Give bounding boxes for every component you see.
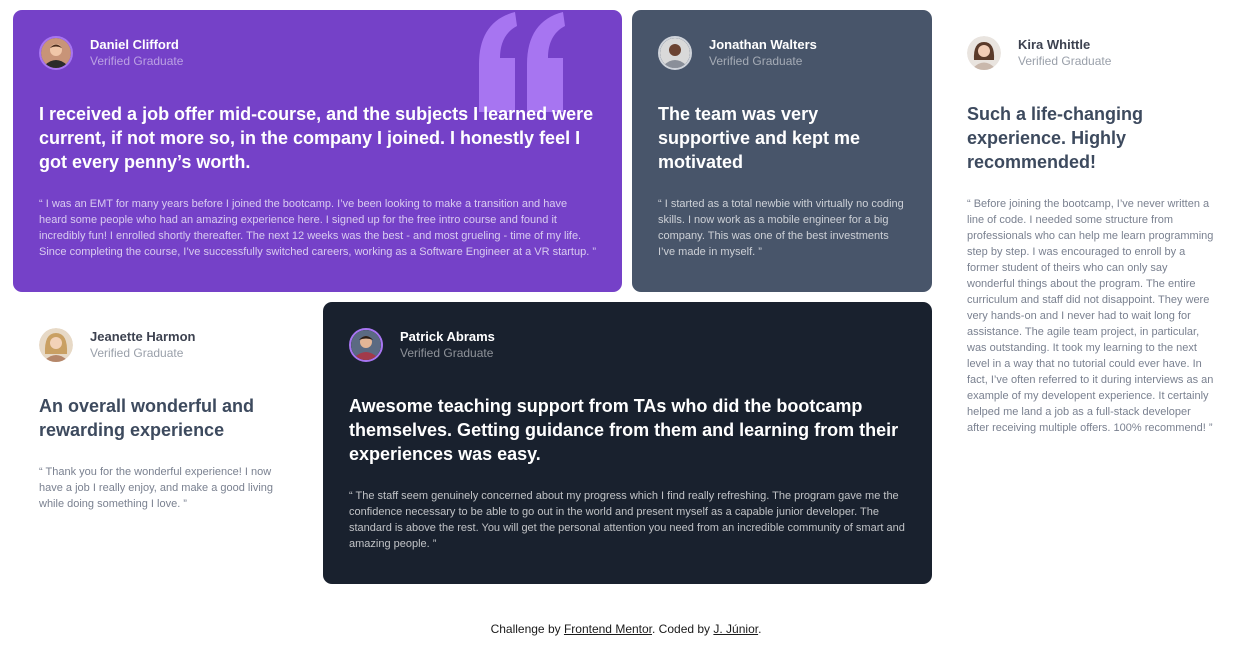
testimonial-card-kira: Kira Whittle Verified Graduate Such a li… (941, 10, 1241, 584)
author-name: Daniel Clifford (90, 37, 179, 52)
attribution-prefix: Challenge by (490, 622, 564, 636)
testimonial-body: “ Thank you for the wonderful experience… (39, 466, 273, 510)
author-role: Verified Graduate (1018, 54, 1112, 68)
author-name: Patrick Abrams (400, 329, 495, 344)
author-role: Verified Graduate (90, 54, 184, 68)
testimonial-title: Awesome teaching support from TAs who di… (349, 396, 899, 464)
author-header: Jonathan Walters Verified Graduate (658, 34, 906, 72)
author-name: Kira Whittle (1018, 37, 1091, 52)
attribution-suffix: . (758, 622, 762, 636)
author-header: Patrick Abrams Verified Graduate (349, 326, 906, 364)
testimonial-card-jeanette: Jeanette Harmon Verified Graduate An ove… (13, 302, 313, 584)
author-header: Daniel Clifford Verified Graduate (39, 34, 596, 72)
author-name: Jeanette Harmon (90, 329, 196, 344)
attribution-footer: Challenge by Frontend Mentor. Coded by J… (0, 622, 1252, 636)
author-name: Jonathan Walters (709, 37, 817, 52)
author-header: Jeanette Harmon Verified Graduate (39, 326, 287, 364)
author-role: Verified Graduate (400, 346, 494, 360)
attribution-middle: . Coded by (652, 622, 714, 636)
testimonial-card-jonathan: Jonathan Walters Verified Graduate The t… (632, 10, 932, 292)
author-role: Verified Graduate (90, 346, 184, 360)
testimonial-title: The team was very supportive and kept me… (658, 104, 861, 172)
frontend-mentor-link[interactable]: Frontend Mentor (564, 622, 652, 636)
testimonial-title: I received a job offer mid-course, and t… (39, 104, 594, 172)
testimonial-card-daniel: Daniel Clifford Verified Graduate I rece… (13, 10, 622, 292)
testimonial-body: “ I was an EMT for many years before I j… (39, 198, 596, 258)
author-role: Verified Graduate (709, 54, 803, 68)
person-avatar-icon (967, 36, 1001, 70)
testimonial-title: An overall wonderful and rewarding exper… (39, 396, 255, 440)
testimonial-body: “ Before joining the bootcamp, I’ve neve… (967, 198, 1214, 434)
author-link[interactable]: J. Júnior (713, 622, 758, 636)
person-avatar-icon (39, 328, 73, 362)
author-header: Kira Whittle Verified Graduate (967, 34, 1215, 72)
person-avatar-icon (658, 36, 692, 70)
testimonial-body: “ The staff seem genuinely concerned abo… (349, 490, 905, 550)
person-avatar-icon (349, 328, 383, 362)
testimonial-body: “ I started as a total newbie with virtu… (658, 198, 904, 258)
testimonial-title: Such a life-changing experience. Highly … (967, 104, 1144, 172)
testimonial-card-patrick: Patrick Abrams Verified Graduate Awesome… (323, 302, 932, 584)
person-avatar-icon (39, 36, 73, 70)
